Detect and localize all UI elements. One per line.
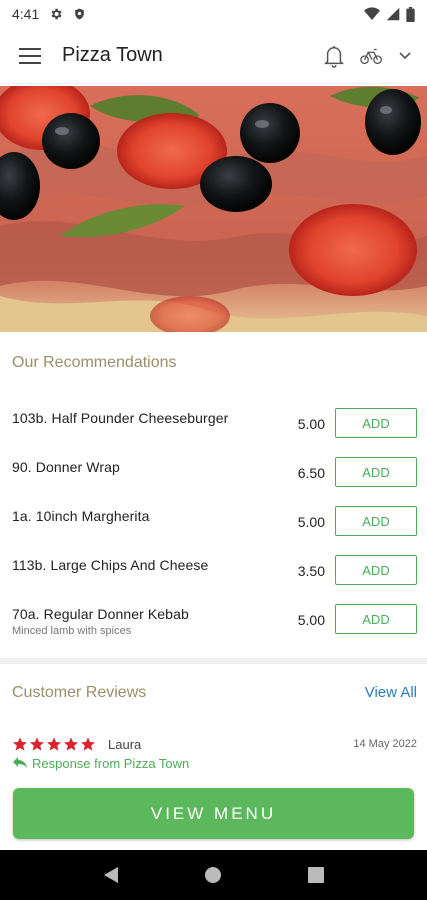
- star-rating: [12, 736, 96, 752]
- recommendations-list: 103b. Half Pounder Cheeseburger 5.00 ADD…: [12, 408, 417, 653]
- item-price: 3.50: [297, 563, 325, 579]
- signal-icon: [386, 7, 400, 21]
- item-name: 103b. Half Pounder Cheeseburger: [12, 410, 229, 426]
- battery-icon: [406, 6, 415, 22]
- recommendations-section: Our Recommendations 103b. Half Pounder C…: [0, 332, 427, 658]
- view-all-link[interactable]: View All: [365, 684, 417, 701]
- shield-icon: [73, 7, 86, 21]
- app-title: Pizza Town: [62, 44, 163, 66]
- recommendation-item: 1a. 10inch Margherita 5.00 ADD: [12, 506, 417, 555]
- response-label: Response from Pizza Town: [32, 756, 190, 771]
- gear-icon: [49, 7, 63, 21]
- item-name: 1a. 10inch Margherita: [12, 508, 150, 524]
- reply-icon: [12, 756, 28, 771]
- item-price: 5.00: [297, 514, 325, 530]
- item-name: 90. Donner Wrap: [12, 459, 120, 475]
- review-author: Laura: [108, 736, 142, 752]
- recommendation-item: 103b. Half Pounder Cheeseburger 5.00 ADD: [12, 408, 417, 457]
- item-price: 5.00: [297, 612, 325, 628]
- bell-icon[interactable]: [323, 44, 345, 68]
- star-icon: [13, 737, 27, 751]
- home-icon[interactable]: [193, 855, 233, 895]
- app-bar: Pizza Town: [0, 28, 427, 84]
- reviews-title: Customer Reviews: [12, 684, 147, 701]
- recommendation-item: 70a. Regular Donner Kebab Minced lamb wi…: [12, 604, 417, 653]
- recommendations-title: Our Recommendations: [12, 354, 177, 371]
- recommendation-item: 113b. Large Chips And Cheese 3.50 ADD: [12, 555, 417, 604]
- response-link[interactable]: Response from Pizza Town: [12, 756, 189, 771]
- add-button[interactable]: ADD: [335, 506, 417, 536]
- hamburger-menu-icon[interactable]: [16, 42, 44, 70]
- wifi-icon: [364, 7, 380, 21]
- star-icon: [64, 737, 78, 751]
- star-icon: [81, 737, 95, 751]
- item-price: 5.00: [297, 416, 325, 432]
- status-time: 4:41: [12, 6, 40, 22]
- bikes-icon[interactable]: [359, 46, 385, 66]
- add-button[interactable]: ADD: [335, 604, 417, 634]
- review-item: Laura 14 May 2022: [12, 734, 417, 754]
- star-icon: [47, 737, 61, 751]
- item-price: 6.50: [297, 465, 325, 481]
- system-nav-bar: [0, 850, 427, 900]
- item-description: Minced lamb with spices: [12, 625, 132, 637]
- add-button[interactable]: ADD: [335, 457, 417, 487]
- recommendation-item: 90. Donner Wrap 6.50 ADD: [12, 457, 417, 506]
- review-date: 14 May 2022: [353, 738, 417, 750]
- status-bar: 4:41: [0, 0, 427, 28]
- star-icon: [30, 737, 44, 751]
- add-button[interactable]: ADD: [335, 555, 417, 585]
- add-button[interactable]: ADD: [335, 408, 417, 438]
- chevron-down-icon[interactable]: [399, 51, 411, 60]
- reviews-section: Customer Reviews View All Laura 14 May 2…: [0, 664, 427, 784]
- hero-pizza-image: [0, 86, 427, 332]
- item-name: 70a. Regular Donner Kebab: [12, 606, 189, 622]
- item-name: 113b. Large Chips And Cheese: [12, 557, 209, 573]
- back-icon[interactable]: [91, 855, 131, 895]
- view-menu-button[interactable]: VIEW MENU: [13, 788, 414, 839]
- recents-icon[interactable]: [296, 855, 336, 895]
